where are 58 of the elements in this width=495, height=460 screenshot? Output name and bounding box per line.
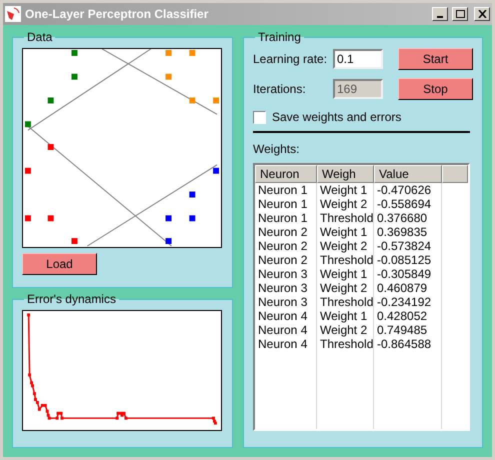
group-title: Data [26, 30, 54, 44]
field-label: Learning rate: [253, 51, 328, 68]
column-header[interactable]: Neuron [255, 165, 317, 183]
table-cell: Threshold [317, 253, 374, 267]
group-title: Error's dynamics [26, 292, 117, 306]
table-cell: Neuron 4 [255, 309, 317, 323]
table-cell: Neuron 2 [255, 239, 317, 253]
table-cell: Neuron 4 [255, 337, 317, 351]
checkbox[interactable] [253, 110, 266, 124]
table-cell: -0.470626 [374, 183, 442, 197]
table-cell: Neuron 2 [255, 253, 317, 267]
table-cell: Weight 1 [317, 225, 374, 239]
stop-button[interactable]: Stop [398, 78, 473, 100]
table-cell: Weight 1 [317, 183, 374, 197]
table-cell: Neuron 3 [255, 267, 317, 281]
close-icon [478, 10, 486, 18]
text-field[interactable]: 0.1 [333, 49, 383, 69]
minimize-button[interactable] [432, 7, 448, 21]
weights-label: Weights: [253, 141, 300, 158]
maximize-icon [456, 10, 464, 18]
table-cell: 0.460879 [374, 281, 442, 295]
group-title: Training [257, 30, 302, 44]
table-cell: 0.749485 [374, 323, 442, 337]
table-cell: Threshold [317, 211, 374, 225]
close-button[interactable] [474, 7, 490, 21]
column-header[interactable]: Weigh [317, 165, 374, 183]
table-cell: Neuron 3 [255, 295, 317, 309]
app-icon [5, 6, 21, 22]
table-cell: Threshold [317, 295, 374, 309]
table-cell: -0.558694 [374, 197, 442, 211]
checkbox-label: Save weights and errors [272, 109, 402, 126]
table-cell: 0.376680 [374, 211, 442, 225]
table-cell: -0.305849 [374, 267, 442, 281]
table-cell: Neuron 1 [255, 197, 317, 211]
table-cell: Neuron 3 [255, 281, 317, 295]
window-title: One-Layer Perceptron Classifier [25, 6, 210, 23]
table-cell: Weight 2 [317, 197, 374, 211]
table-cell: Weight 2 [317, 281, 374, 295]
table-cell: -0.085125 [374, 253, 442, 267]
start-button[interactable]: Start [398, 48, 473, 70]
load-button[interactable]: Load [22, 253, 97, 275]
maximize-button[interactable] [452, 7, 468, 21]
table-cell: Weight 1 [317, 267, 374, 281]
table-cell: Weight 2 [317, 323, 374, 337]
table-cell: -0.234192 [374, 295, 442, 309]
field-label: Iterations: [253, 81, 307, 98]
table-cell: -0.864588 [374, 337, 442, 351]
table-cell: Weight 1 [317, 309, 374, 323]
table-cell: Neuron 1 [255, 211, 317, 225]
table-cell: Neuron 2 [255, 225, 317, 239]
table-cell: Neuron 1 [255, 183, 317, 197]
table-cell: 0.428052 [374, 309, 442, 323]
table-cell: Weight 2 [317, 239, 374, 253]
table-cell: Neuron 4 [255, 323, 317, 337]
table-cell: Threshold [317, 337, 374, 351]
table-cell: 0.369835 [374, 225, 442, 239]
table-cell: -0.573824 [374, 239, 442, 253]
column-header[interactable]: Value [374, 165, 442, 183]
